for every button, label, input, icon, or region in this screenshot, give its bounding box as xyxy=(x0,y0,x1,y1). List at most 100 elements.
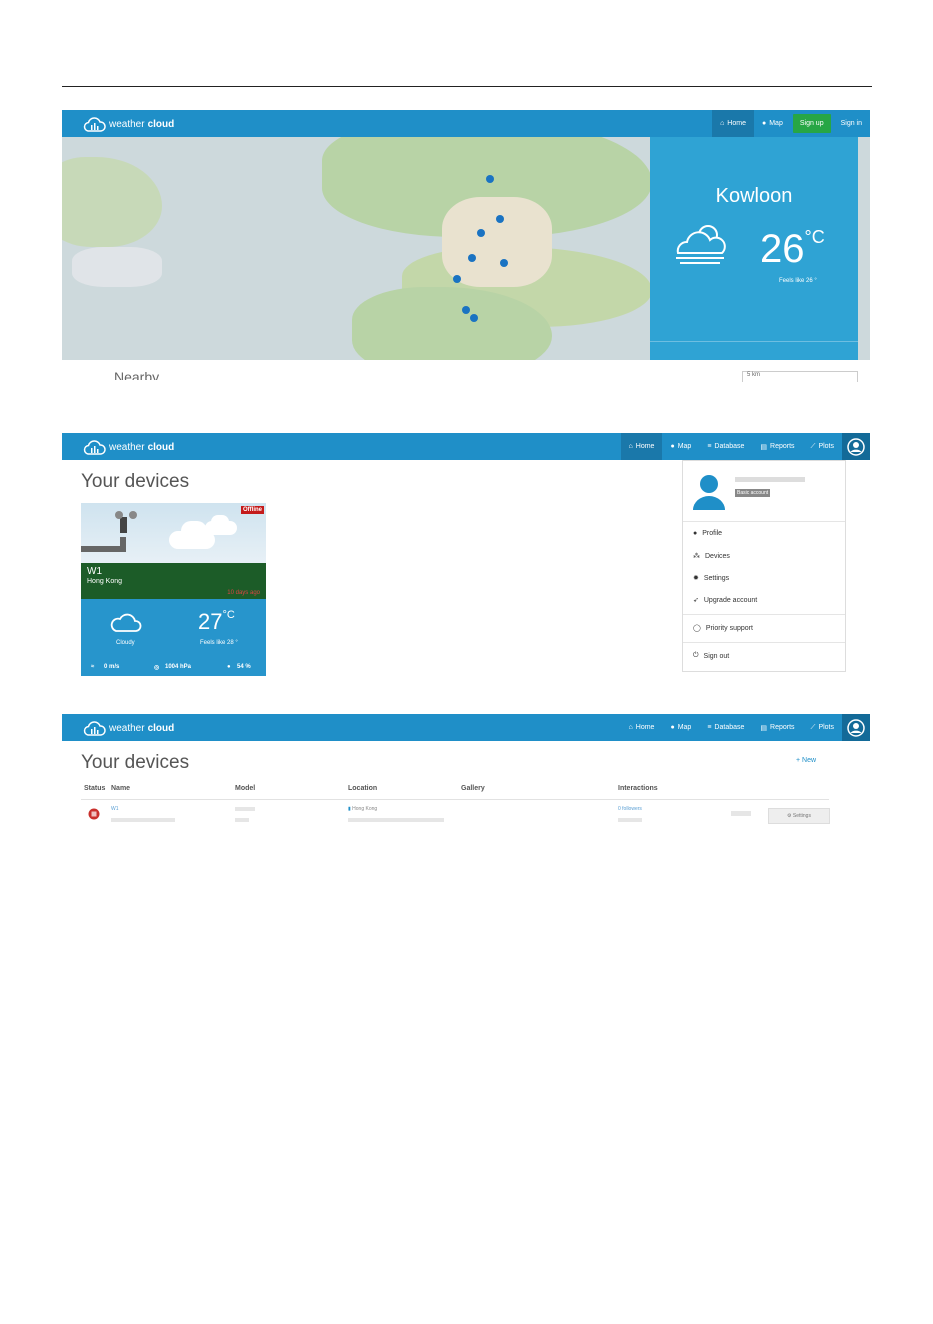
card-feels-like: Feels like 28 ° xyxy=(200,640,238,646)
followers-link[interactable]: 0 followers xyxy=(618,806,642,812)
menu-signout-label: Sign out xyxy=(703,652,730,660)
signup-button[interactable]: Sign up xyxy=(792,114,831,133)
offline-status-icon xyxy=(88,808,100,820)
device-card[interactable]: Offline W1 Hong Kong 10 days ago Cloudy … xyxy=(81,503,266,676)
nav-map-label: Map xyxy=(769,120,783,127)
new-label: New xyxy=(802,757,817,764)
station-marker[interactable] xyxy=(453,275,461,283)
station-marker[interactable] xyxy=(486,175,494,183)
device-name-cell[interactable]: W1 xyxy=(111,806,119,812)
weathercloud-logo[interactable]: weather cloud xyxy=(82,115,174,133)
anemometer-icon xyxy=(81,511,137,552)
plus-icon: + xyxy=(796,757,801,764)
sun-cloud-icon xyxy=(676,225,726,264)
settings-label: Settings xyxy=(792,813,811,819)
database-icon: ≡ xyxy=(707,724,712,731)
menu-settings[interactable]: ✹ Settings xyxy=(693,574,730,583)
menu-sign-out[interactable]: ⏻ Sign out xyxy=(693,652,729,660)
nav-map[interactable]: ● Map xyxy=(754,110,791,137)
document-icon: ▤ xyxy=(760,443,768,451)
globe-icon: ● xyxy=(761,120,767,127)
nav-database-label: Database xyxy=(714,443,745,450)
navbar-account-2: weather cloud ⌂ Home ● Map ≡ Database ▤ Repor… xyxy=(62,714,870,741)
signin-label: Sign in xyxy=(840,120,862,127)
user-menu-button[interactable] xyxy=(842,433,870,460)
nav-database-label: Database xyxy=(714,724,745,731)
line-chart-icon: ⟋ xyxy=(810,723,816,731)
select-value: 5 km xyxy=(747,372,761,378)
user-menu-button[interactable] xyxy=(842,714,870,741)
station-marker[interactable] xyxy=(470,314,478,322)
globe-icon: ● xyxy=(670,443,675,450)
line-chart-icon: ⟋ xyxy=(810,442,816,450)
pressure-icon: ◎ xyxy=(154,665,160,671)
brand-prefix: weather xyxy=(109,118,145,130)
page-title: Your devices xyxy=(81,752,190,773)
new-device-button[interactable]: + New xyxy=(796,757,816,764)
nav-plots[interactable]: ⟋ Plots xyxy=(803,433,842,460)
nav-home-label: Home xyxy=(727,120,746,127)
nav-reports[interactable]: ▤ Reports xyxy=(752,433,802,460)
nav-plots[interactable]: ⟋ Plots xyxy=(803,714,842,741)
menu-settings-label: Settings xyxy=(703,574,730,582)
nav-home[interactable]: ⌂ Home xyxy=(621,714,663,741)
feels-like: Feels like 26 ° xyxy=(779,278,817,284)
user-avatar-icon xyxy=(693,475,725,510)
brand-suffix: cloud xyxy=(147,118,175,130)
gear-icon: ⚙ xyxy=(787,813,792,819)
station-marker[interactable] xyxy=(477,229,485,237)
cloud-logo-icon xyxy=(83,116,106,132)
weather-panel: Kowloon 26°C Feels like 26 ° xyxy=(650,137,858,360)
cloud-logo-icon xyxy=(83,720,106,736)
nav-database[interactable]: ≡ Database xyxy=(699,433,752,460)
menu-devices[interactable]: ⁂ Devices xyxy=(693,552,730,561)
home-icon: ⌂ xyxy=(720,120,725,127)
nearby-heading: Nearby xyxy=(114,369,160,380)
share-icons[interactable] xyxy=(731,811,751,816)
station-marker[interactable] xyxy=(468,254,476,262)
nav-reports[interactable]: ▤ Reports xyxy=(752,714,802,741)
distance-select[interactable]: 5 km xyxy=(742,371,858,382)
settings-button[interactable]: ⚙ Settings xyxy=(768,808,830,824)
home-icon: ⌂ xyxy=(628,443,633,450)
station-marker[interactable] xyxy=(500,259,508,267)
menu-priority-support[interactable]: ◯ Priority support xyxy=(693,624,753,633)
station-marker[interactable] xyxy=(462,306,470,314)
col-location: Location xyxy=(348,785,378,792)
nav-map-label: Map xyxy=(677,443,692,450)
weather-footer xyxy=(650,341,858,360)
nav-home-label: Home xyxy=(635,724,655,731)
pressure-value: 1004 hPa xyxy=(165,664,192,670)
blurred-text xyxy=(111,818,175,822)
col-status: Status xyxy=(84,785,106,792)
page-title: Your devices xyxy=(81,471,190,492)
speech-bubble-icon: ◯ xyxy=(693,625,701,632)
menu-devices-label: Devices xyxy=(705,552,730,560)
menu-upgrade[interactable]: ➶ Upgrade account xyxy=(693,596,757,605)
nav-plots-label: Plots xyxy=(818,443,834,450)
location-text: Hong Kong xyxy=(352,806,378,812)
col-interactions: Interactions xyxy=(618,785,658,792)
user-avatar-icon xyxy=(847,437,865,456)
home-icon: ⌂ xyxy=(628,724,633,731)
blurred-username xyxy=(735,477,805,482)
station-marker[interactable] xyxy=(496,215,504,223)
weathercloud-logo[interactable]: weather cloud xyxy=(82,719,174,737)
nav-database[interactable]: ≡ Database xyxy=(699,714,752,741)
wind-speed: 0 m/s xyxy=(104,664,120,670)
temp-unit: °C xyxy=(804,227,825,247)
last-update: 10 days ago xyxy=(227,590,260,596)
nav-map[interactable]: ● Map xyxy=(662,433,699,460)
signin-link[interactable]: Sign in xyxy=(833,110,870,137)
nav-map[interactable]: ● Map xyxy=(662,714,699,741)
nav-home[interactable]: ⌂ Home xyxy=(620,433,663,460)
menu-profile[interactable]: ● Profile xyxy=(693,530,722,537)
blurred-text xyxy=(618,818,642,822)
gear-icon: ✹ xyxy=(693,575,699,582)
device-location: Hong Kong xyxy=(87,578,123,585)
location-cell: ▮ Hong Kong xyxy=(348,806,377,812)
card-footer: ≈ 0 m/s ◎ 1004 hPa ● 54 % xyxy=(81,660,266,676)
weathercloud-logo[interactable]: weather cloud xyxy=(82,438,174,456)
nav-home[interactable]: ⌂ Home xyxy=(712,110,754,137)
nav-home-label: Home xyxy=(635,443,655,450)
